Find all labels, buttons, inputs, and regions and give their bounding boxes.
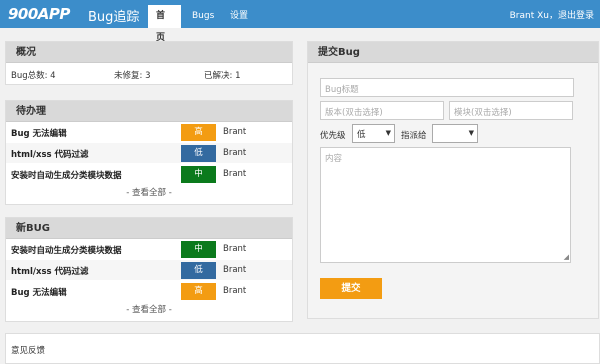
resize-handle-icon[interactable]: ◢ [564, 253, 569, 261]
bug-title[interactable]: html/xss 代码过滤 [11, 265, 89, 277]
submit-bug-title: 提交Bug [308, 42, 598, 63]
chevron-down-icon: ▼ [385, 129, 391, 137]
total-count: Bug总数: 4 [11, 71, 56, 81]
priority-badge: 中 [181, 166, 216, 183]
priority-badge: 中 [181, 241, 216, 258]
app-name: Bug追踪 [88, 10, 140, 25]
assign-label: 指派给 [401, 131, 427, 141]
new-bugs-title: 新BUG [6, 218, 292, 239]
user-area: Brant Xu，退出登录 [510, 8, 594, 21]
new-bugs-view-all-link[interactable]: - 查看全部 - [6, 302, 292, 318]
version-input[interactable]: 版本(双击选择) [320, 101, 444, 120]
logout-link[interactable]: 退出登录 [558, 11, 594, 21]
bug-owner: Brant [223, 148, 247, 158]
bug-owner: Brant [223, 127, 247, 137]
bug-title[interactable]: 安装时自动生成分类模块数据 [11, 169, 122, 181]
todo-list: Bug 无法编辑 高 Brant html/xss 代码过滤 低 Brant 安… [6, 122, 292, 185]
todo-view-all-link[interactable]: - 查看全部 - [6, 185, 292, 201]
priority-select[interactable]: 低 ▼ [352, 124, 395, 143]
priority-label: 优先级 [320, 131, 346, 141]
new-bug-row[interactable]: 安装时自动生成分类模块数据 中 Brant [6, 239, 292, 260]
bug-owner: Brant [223, 286, 247, 296]
tab-bugs[interactable]: Bugs [184, 5, 220, 28]
module-input[interactable]: 模块(双击选择) [449, 101, 573, 120]
bug-title[interactable]: Bug 无法编辑 [11, 286, 67, 298]
logo[interactable]: 900APP [8, 5, 70, 23]
content-placeholder: 内容 [325, 154, 343, 164]
content-textarea[interactable]: 内容 ◢ [320, 147, 571, 263]
todo-row[interactable]: 安装时自动生成分类模块数据 中 Brant [6, 164, 292, 185]
submit-bug-panel: 提交Bug Bug标题 版本(双击选择) 模块(双击选择) 优先级 低 ▼ 指派… [307, 41, 599, 319]
footer: 意见反馈 [5, 333, 600, 364]
user-name[interactable]: Brant Xu [510, 11, 549, 21]
overview-stats: Bug总数: 4 未修复: 3 已解决: 1 [6, 63, 292, 85]
tab-home[interactable]: 首页 [148, 5, 181, 43]
priority-badge: 低 [181, 262, 216, 279]
new-bug-row[interactable]: Bug 无法编辑 高 Brant [6, 281, 292, 302]
bug-owner: Brant [223, 244, 247, 254]
new-bugs-panel: 新BUG 安装时自动生成分类模块数据 中 Brant html/xss 代码过滤… [5, 217, 293, 322]
bug-title-input[interactable]: Bug标题 [320, 78, 574, 97]
submit-button[interactable]: 提交 [320, 278, 382, 299]
assignee-select[interactable]: ▼ [432, 124, 478, 143]
bug-owner: Brant [223, 265, 247, 275]
top-bar: 900APP Bug追踪 首页 Bugs 设置 Brant Xu，退出登录 [0, 0, 600, 43]
todo-row[interactable]: html/xss 代码过滤 低 Brant [6, 143, 292, 164]
feedback-link[interactable]: 意见反馈 [11, 344, 45, 356]
user-separator: ， [548, 11, 558, 21]
bug-title[interactable]: html/xss 代码过滤 [11, 148, 89, 160]
overview-panel: 概况 Bug总数: 4 未修复: 3 已解决: 1 [5, 41, 293, 85]
priority-badge: 低 [181, 145, 216, 162]
bug-owner: Brant [223, 169, 247, 179]
chevron-down-icon: ▼ [468, 129, 474, 137]
bug-title[interactable]: Bug 无法编辑 [11, 127, 67, 139]
todo-title: 待办理 [6, 101, 292, 122]
priority-badge: 高 [181, 283, 216, 300]
priority-select-value: 低 [357, 130, 366, 140]
new-bugs-list: 安装时自动生成分类模块数据 中 Brant html/xss 代码过滤 低 Br… [6, 239, 292, 302]
priority-badge: 高 [181, 124, 216, 141]
resolved-count: 已解决: 1 [204, 71, 241, 81]
todo-panel: 待办理 Bug 无法编辑 高 Brant html/xss 代码过滤 低 Bra… [5, 100, 293, 205]
overview-title: 概况 [6, 42, 292, 63]
new-bug-row[interactable]: html/xss 代码过滤 低 Brant [6, 260, 292, 281]
todo-row[interactable]: Bug 无法编辑 高 Brant [6, 122, 292, 143]
bug-title[interactable]: 安装时自动生成分类模块数据 [11, 244, 122, 256]
unfixed-count: 未修复: 3 [114, 71, 151, 81]
tab-settings[interactable]: 设置 [222, 5, 258, 28]
